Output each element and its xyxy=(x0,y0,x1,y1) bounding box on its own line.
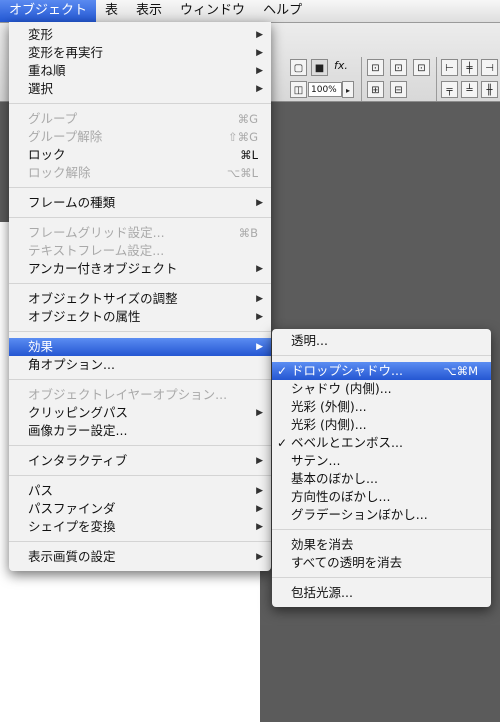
submenu-arrow-icon: ▶ xyxy=(256,486,263,496)
menu-item-object-layer-options: オブジェクトレイヤーオプション... xyxy=(28,387,228,402)
submenu-arrow-icon: ▶ xyxy=(256,48,263,58)
menu-separator xyxy=(9,103,271,104)
menu-item-corner-options[interactable]: 角オプション... xyxy=(9,356,271,374)
fit-content-icon[interactable]: ⊡ xyxy=(367,59,384,76)
menu-item-interactive[interactable]: インタラクティブ ▶ xyxy=(9,452,271,470)
submenu-item-directional-feather[interactable]: 方向性のぼかし... xyxy=(272,488,491,506)
submenu-arrow-icon: ▶ xyxy=(256,66,263,76)
fit-proportionally-icon[interactable]: ⊟ xyxy=(390,81,407,98)
menu-separator xyxy=(9,331,271,332)
checkmark-icon: ✓ xyxy=(277,364,288,378)
submenu-arrow-icon: ▶ xyxy=(256,312,263,322)
submenu-item-inner-glow[interactable]: 光彩 (内側)... xyxy=(272,416,491,434)
submenu-item-basic-feather[interactable]: 基本のぼかし... xyxy=(272,470,491,488)
menubar-item-object[interactable]: オブジェクト xyxy=(0,0,97,22)
fill-frame-icon[interactable]: ▢ xyxy=(290,59,307,76)
submenu-arrow-icon: ▶ xyxy=(256,294,263,304)
menu-separator xyxy=(272,529,491,530)
menu-separator xyxy=(9,475,271,476)
menubar-item-help[interactable]: ヘルプ xyxy=(254,0,311,22)
fill-proportionally-icon[interactable]: ⊞ xyxy=(367,81,384,98)
align-left-icon[interactable]: ⊢ xyxy=(441,59,458,76)
submenu-arrow-icon: ▶ xyxy=(256,408,263,418)
stroke-frame-icon[interactable]: ■ xyxy=(311,59,328,76)
distribute-center-icon[interactable]: ╧ xyxy=(461,81,478,98)
menu-item-select[interactable]: 選択 ▶ xyxy=(9,80,271,98)
menubar-item-view[interactable]: 表示 xyxy=(127,0,171,22)
menu-item-text-frame-options: テキストフレーム設定... xyxy=(28,243,165,258)
menu-item-convert-shape[interactable]: シェイプを変換 ▶ xyxy=(9,518,271,536)
menu-separator xyxy=(9,379,271,380)
menubar-item-table[interactable]: 表 xyxy=(96,0,127,22)
menu-item-fitting[interactable]: オブジェクトサイズの調整 ▶ xyxy=(9,290,271,308)
submenu-arrow-icon: ▶ xyxy=(256,264,263,274)
menubar-item-window[interactable]: ウィンドウ xyxy=(171,0,254,22)
shortcut-label: ⌥⌘M xyxy=(443,364,478,378)
submenu-item-satin[interactable]: サテン... xyxy=(272,452,491,470)
submenu-arrow-icon: ▶ xyxy=(256,552,263,562)
menu-item-unlock: ロック解除 ⌥⌘L xyxy=(28,165,258,180)
menu-item-display-performance[interactable]: 表示画質の設定 ▶ xyxy=(9,548,271,566)
menu-item-pathfinder[interactable]: パスファインダ ▶ xyxy=(9,500,271,518)
submenu-item-inner-shadow[interactable]: シャドウ (内側)... xyxy=(272,380,491,398)
menu-item-frame-grid-options: フレームグリッド設定... ⌘B xyxy=(28,225,258,240)
menu-item-effects[interactable]: 効果 ▶ xyxy=(9,338,271,356)
toolbar-separator xyxy=(361,57,362,101)
submenu-item-global-light[interactable]: 包括光源... xyxy=(272,584,491,602)
submenu-arrow-icon: ▶ xyxy=(256,504,263,514)
submenu-item-gradient-feather[interactable]: グラデーションぼかし... xyxy=(272,506,491,524)
distribute-right-icon[interactable]: ╫ xyxy=(481,81,498,98)
align-right-icon[interactable]: ⊣ xyxy=(481,59,498,76)
opacity-field[interactable]: 100% xyxy=(308,82,342,97)
menu-separator xyxy=(272,355,491,356)
menu-item-arrange[interactable]: 重ね順 ▶ xyxy=(9,62,271,80)
menu-item-frame-type[interactable]: フレームの種類 ▶ xyxy=(9,194,271,212)
menu-item-lock[interactable]: ロック ⌘L xyxy=(9,146,271,164)
menu-separator xyxy=(9,187,271,188)
menu-separator xyxy=(9,283,271,284)
opacity-icon: ◫ xyxy=(290,81,307,98)
menubar: オブジェクト 表 表示 ウィンドウ ヘルプ xyxy=(0,0,500,23)
shortcut-label: ⌘G xyxy=(237,112,258,126)
distribute-left-icon[interactable]: ╤ xyxy=(441,81,458,98)
submenu-arrow-icon: ▶ xyxy=(256,84,263,94)
submenu-item-clear-all-transparency[interactable]: すべての透明を消去 xyxy=(272,554,491,572)
opacity-dropdown-arrow-icon[interactable]: ▸ xyxy=(342,81,354,98)
fit-frame-icon[interactable]: ⊡ xyxy=(390,59,407,76)
shortcut-label: ⌥⌘L xyxy=(226,166,258,180)
submenu-arrow-icon: ▶ xyxy=(256,522,263,532)
submenu-item-transparency[interactable]: 透明... xyxy=(272,332,491,350)
submenu-arrow-icon: ▶ xyxy=(256,30,263,40)
menu-separator xyxy=(9,217,271,218)
menu-item-object-attributes[interactable]: オブジェクトの属性 ▶ xyxy=(9,308,271,326)
align-center-icon[interactable]: ╪ xyxy=(461,59,478,76)
effects-fx-icon[interactable]: fx. xyxy=(334,59,348,72)
submenu-item-drop-shadow[interactable]: ✓ ドロップシャドウ... ⌥⌘M xyxy=(272,362,491,380)
submenu-item-clear-effects[interactable]: 効果を消去 xyxy=(272,536,491,554)
shortcut-label: ⇧⌘G xyxy=(227,130,258,144)
menu-separator xyxy=(9,541,271,542)
menu-separator xyxy=(272,577,491,578)
menu-item-clipping-path[interactable]: クリッピングパス ▶ xyxy=(9,404,271,422)
submenu-item-bevel-emboss[interactable]: ✓ ベベルとエンボス... xyxy=(272,434,491,452)
menu-item-paths[interactable]: パス ▶ xyxy=(9,482,271,500)
menu-item-transform[interactable]: 変形 ▶ xyxy=(9,26,271,44)
menu-item-anchored-object[interactable]: アンカー付きオブジェクト ▶ xyxy=(9,260,271,278)
effects-submenu: 透明... ✓ ドロップシャドウ... ⌥⌘M シャドウ (内側)... 光彩 (外… xyxy=(272,329,491,607)
menu-separator xyxy=(9,445,271,446)
checkmark-icon: ✓ xyxy=(277,436,288,450)
center-content-icon[interactable]: ⊡ xyxy=(413,59,430,76)
toolbar-separator xyxy=(436,57,437,101)
menu-item-group: グループ ⌘G xyxy=(28,111,258,126)
submenu-arrow-icon: ▶ xyxy=(256,198,263,208)
shortcut-label: ⌘L xyxy=(240,148,258,162)
menu-item-ungroup: グループ解除 ⇧⌘G xyxy=(28,129,258,144)
submenu-arrow-icon: ▶ xyxy=(256,456,263,466)
submenu-item-outer-glow[interactable]: 光彩 (外側)... xyxy=(272,398,491,416)
shortcut-label: ⌘B xyxy=(238,226,258,240)
menu-item-transform-again[interactable]: 変形を再実行 ▶ xyxy=(9,44,271,62)
menu-item-image-color-settings[interactable]: 画像カラー設定... xyxy=(9,422,271,440)
object-menu: 変形 ▶ 変形を再実行 ▶ 重ね順 ▶ 選択 ▶ グループ ⌘G グループ解除 ⇧⌘G ロッ… xyxy=(9,22,271,571)
submenu-arrow-icon: ▶ xyxy=(256,342,263,352)
